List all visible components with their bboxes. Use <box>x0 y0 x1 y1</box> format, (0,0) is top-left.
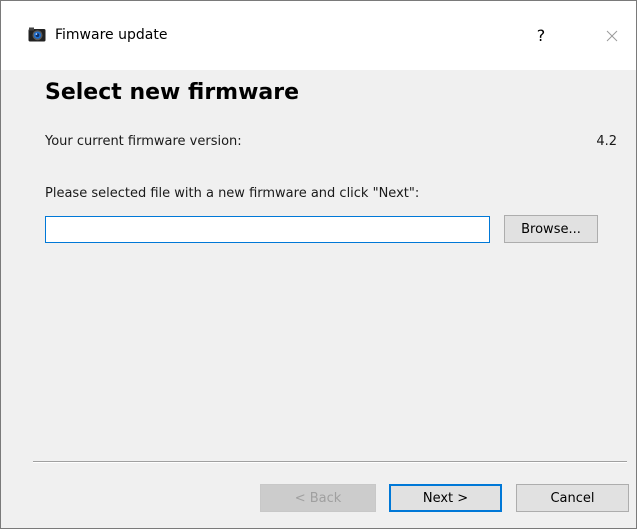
current-version-label: Your current firmware version: <box>45 134 242 149</box>
camera-icon <box>28 27 46 42</box>
window-title: Fimware update <box>55 27 168 43</box>
page-title: Select new firmware <box>45 80 300 105</box>
cancel-button[interactable]: Cancel <box>516 484 629 512</box>
firmware-update-dialog: Fimware update ? Select new firmware You… <box>0 0 637 529</box>
instruction-text: Please selected file with a new firmware… <box>45 186 420 201</box>
close-button[interactable] <box>599 23 625 49</box>
current-version-value: 4.2 <box>596 134 617 149</box>
close-icon <box>606 30 618 42</box>
title-bar: Fimware update ? <box>1 0 636 70</box>
footer-divider <box>33 461 627 463</box>
browse-button[interactable]: Browse... <box>504 215 598 243</box>
next-button[interactable]: Next > <box>389 484 502 512</box>
firmware-file-input[interactable] <box>45 216 490 243</box>
back-button[interactable]: < Back <box>260 484 376 512</box>
help-button[interactable]: ? <box>529 24 553 48</box>
